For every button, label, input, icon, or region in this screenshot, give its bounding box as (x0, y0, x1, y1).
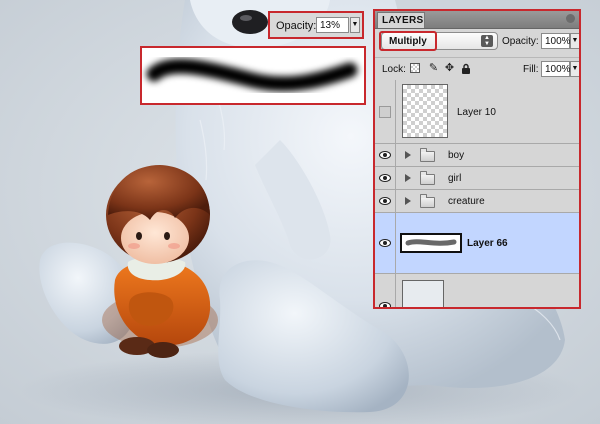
layer-opacity-label: Opacity: (502, 36, 539, 47)
visibility-cell[interactable] (375, 213, 396, 273)
layer-group-row[interactable]: girl (375, 167, 579, 190)
layer-opacity-dropdown-button[interactable]: ▼ (570, 33, 579, 49)
fill-dropdown-button[interactable]: ▼ (570, 61, 579, 77)
visibility-off-box[interactable] (379, 106, 391, 118)
layer-thumbnail-stroke (404, 237, 458, 249)
blend-options-row: Multiply ▲ ▼ Opacity: 100% ▼ (375, 29, 579, 55)
layer-thumbnail (402, 84, 448, 138)
layer-thumbnail (400, 233, 462, 253)
chevron-up-down-icon: ▲ ▼ (481, 35, 493, 47)
layers-panel-tabbar: LAYERS (375, 11, 579, 29)
blend-mode-highlight (379, 31, 437, 51)
layer-row[interactable] (375, 274, 579, 309)
layer-group-row[interactable]: creature (375, 190, 579, 213)
brush-stroke-graphic (146, 58, 358, 92)
tab-layers[interactable]: LAYERS (377, 12, 425, 28)
fill-label: Fill: (523, 64, 539, 75)
layer-name: Layer 66 (467, 238, 508, 249)
layer-row-selected[interactable]: Layer 66 (375, 213, 579, 274)
brush-opacity-control: Opacity: 13% ▼ (268, 11, 364, 39)
layer-name: Layer 10 (457, 107, 496, 118)
brush-opacity-label: Opacity: (276, 20, 317, 32)
visibility-cell[interactable] (375, 274, 396, 309)
visibility-cell[interactable] (375, 80, 396, 143)
brush-opacity-input[interactable]: 13% (316, 17, 349, 33)
eye-icon[interactable] (379, 151, 391, 159)
disclosure-triangle-icon[interactable] (405, 197, 411, 205)
lock-transparent-icon[interactable] (410, 63, 420, 73)
group-name: girl (448, 173, 462, 184)
blend-mode-select[interactable]: Multiply ▲ ▼ (379, 31, 498, 51)
layer-row[interactable]: Layer 10 (375, 80, 579, 144)
lock-all-icon[interactable] (460, 63, 471, 74)
layer-thumbnail (402, 280, 444, 307)
disclosure-triangle-icon[interactable] (405, 151, 411, 159)
folder-icon (420, 148, 435, 162)
folder-icon (420, 194, 435, 208)
layer-opacity-input[interactable]: 100% (541, 33, 571, 49)
lock-row: Lock: ✎ ✥ Fill: 100% ▼ (375, 57, 579, 81)
lock-image-icon[interactable]: ✎ (428, 63, 439, 74)
disclosure-triangle-icon[interactable] (405, 174, 411, 182)
eye-icon[interactable] (379, 197, 391, 205)
folder-icon (420, 171, 435, 185)
lock-label: Lock: (382, 64, 406, 75)
visibility-cell[interactable] (375, 190, 396, 212)
layers-panel: LAYERS Multiply ▲ ▼ Opacity: 100% ▼ Lock:… (373, 9, 581, 309)
lock-position-icon[interactable]: ✥ (444, 63, 455, 74)
fill-input[interactable]: 100% (541, 61, 571, 77)
panel-menu-icon[interactable] (566, 14, 575, 23)
eye-icon[interactable] (379, 174, 391, 182)
group-name: boy (448, 150, 465, 161)
visibility-cell[interactable] (375, 167, 396, 189)
eye-icon[interactable] (379, 302, 391, 309)
eye-icon[interactable] (379, 239, 391, 247)
brush-stroke-preview (140, 46, 366, 105)
layer-group-row[interactable]: boy (375, 144, 579, 167)
brush-opacity-dropdown-button[interactable]: ▼ (350, 17, 360, 33)
visibility-cell[interactable] (375, 144, 396, 166)
group-name: creature (448, 196, 485, 207)
